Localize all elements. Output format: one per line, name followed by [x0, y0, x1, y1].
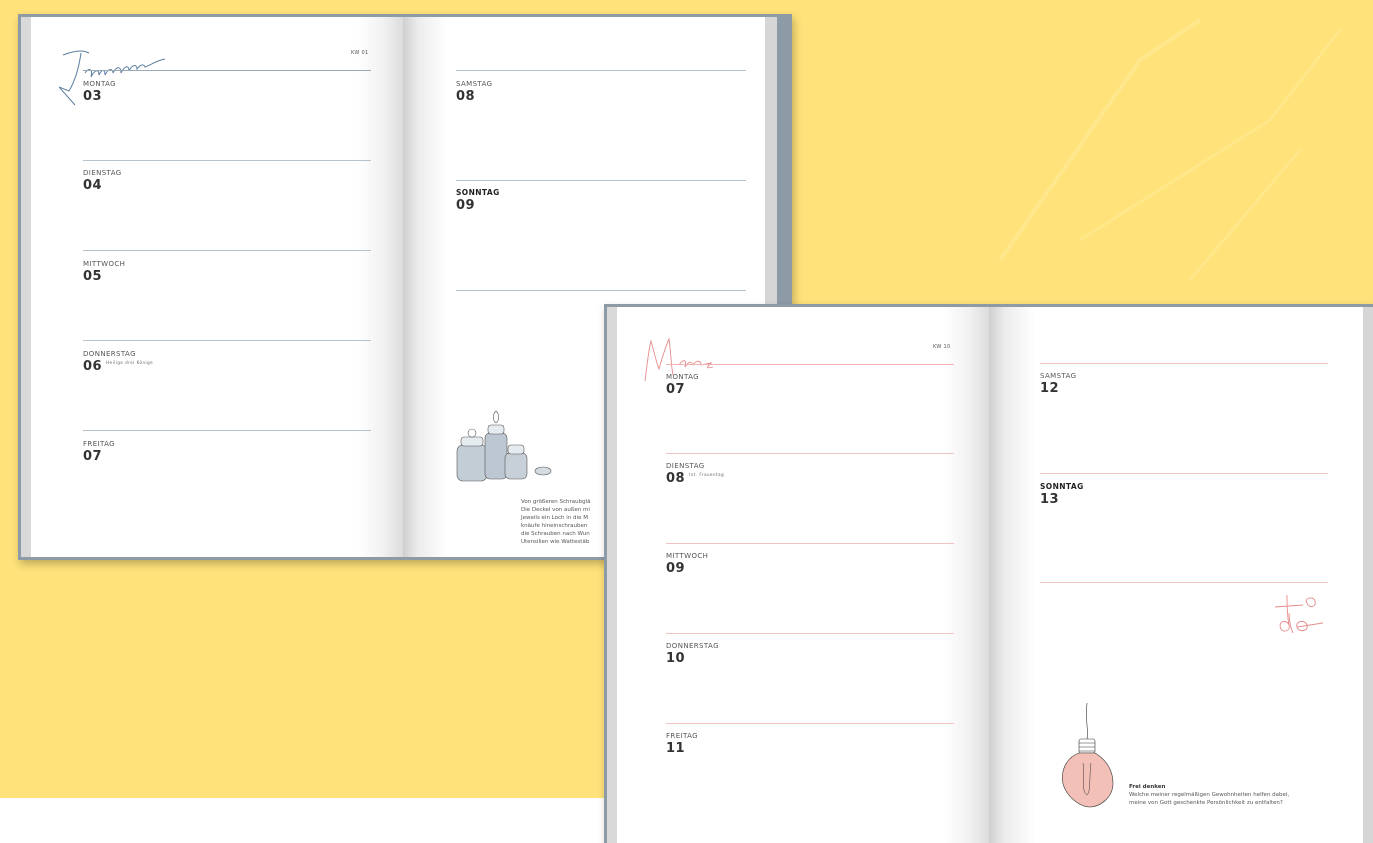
- day-label: SONNTAG: [1040, 482, 1084, 491]
- caption-line: Von größeren Schraubglä: [521, 499, 591, 505]
- day-number: 05: [83, 269, 103, 284]
- day-label: SAMSTAG: [456, 80, 493, 88]
- page-edge: [1363, 307, 1373, 843]
- caption-line: die Schrauben nach Wun: [521, 531, 590, 537]
- day-divider: [666, 633, 954, 634]
- holiday-note: Int. Frauentag: [689, 472, 725, 477]
- day-entry-friday: FREITAG 07: [83, 440, 115, 464]
- left-page-january: KW 01 MONTAG 03 DIENSTAG 04 MITTWOCH 05 …: [21, 17, 403, 557]
- day-divider: [666, 723, 954, 724]
- day-label: DONNERSTAG: [83, 350, 136, 358]
- caption-line: knäufe hineinschrauben: [521, 523, 588, 529]
- day-label: SAMSTAG: [1040, 372, 1077, 380]
- day-divider: [83, 160, 371, 161]
- day-divider: [83, 250, 371, 251]
- caption-line: meine von Gott geschenkte Persönlichkeit…: [1129, 800, 1283, 806]
- day-number: 12: [1040, 381, 1060, 396]
- day-entry-thursday: DONNERSTAG 06 Heilige drei Könige: [83, 350, 153, 374]
- lightbulb-illustration: [1062, 703, 1114, 808]
- jars-illustration: [456, 410, 552, 482]
- day-divider: [456, 290, 746, 291]
- day-number: 03: [83, 89, 103, 104]
- holiday-note: Heilige drei Könige: [106, 360, 154, 365]
- day-entry-sunday: SONNTAG 13: [1040, 482, 1084, 507]
- caption-title-text: Frei denken: [1129, 784, 1166, 790]
- day-label: FREITAG: [666, 732, 698, 740]
- day-label: MONTAG: [83, 80, 117, 88]
- day-divider: [456, 70, 746, 71]
- day-number: 06 Heilige drei Könige: [83, 359, 153, 374]
- day-number-value: 06: [83, 359, 103, 374]
- day-entry-wednesday: MITTWOCH 05: [83, 260, 125, 284]
- day-entry-saturday: SAMSTAG 12: [1040, 372, 1076, 396]
- day-number: 07: [666, 382, 686, 397]
- todo-script: [1274, 594, 1324, 634]
- day-entry-saturday: SAMSTAG 08: [456, 80, 492, 104]
- day-number: 11: [666, 741, 686, 756]
- planner-book-march: KW 10 MONTAG 07 DIENSTAG 08 Int. Frauenta…: [604, 304, 1373, 843]
- day-label: DIENSTAG: [666, 462, 705, 470]
- day-divider: [456, 180, 746, 181]
- day-entry-monday: MONTAG 03: [83, 80, 116, 104]
- caption-line: Utensilien wie Wattestäb: [521, 539, 590, 545]
- left-page-march: KW 10 MONTAG 07 DIENSTAG 08 Int. Frauenta…: [607, 307, 989, 843]
- day-label: MONTAG: [666, 373, 700, 381]
- day-label: FREITAG: [83, 440, 115, 448]
- day-number: 10: [666, 651, 686, 666]
- caption-line: Welche meiner regelmäßigen Gewohnheiten …: [1129, 792, 1290, 798]
- day-label: DIENSTAG: [83, 169, 122, 177]
- day-number: 09: [666, 561, 686, 576]
- day-entry-wednesday: MITTWOCH 09: [666, 552, 708, 576]
- day-label: MITTWOCH: [83, 260, 126, 268]
- day-divider: [666, 364, 954, 365]
- day-divider: [1040, 473, 1328, 474]
- day-divider: [1040, 363, 1328, 364]
- caption-text: Von größeren Schraubglä Die Deckel von a…: [521, 498, 591, 546]
- day-divider: [83, 430, 371, 431]
- day-divider: [83, 340, 371, 341]
- day-number: 08: [456, 89, 476, 104]
- day-divider: [666, 543, 954, 544]
- day-number-value: 08: [666, 471, 686, 486]
- day-number: 04: [83, 178, 103, 193]
- day-label: DONNERSTAG: [666, 642, 719, 650]
- day-divider: [666, 453, 954, 454]
- day-number: 08 Int. Frauentag: [666, 471, 724, 486]
- day-entry-friday: FREITAG 11: [666, 732, 698, 756]
- page-edge: [607, 307, 617, 843]
- caption-title: Frei denken: [1129, 783, 1289, 791]
- day-number: 07: [83, 449, 103, 464]
- right-page-march: SAMSTAG 12 SONNTAG 13 Frei denken Welche…: [989, 307, 1373, 843]
- day-entry-monday: MONTAG 07: [666, 373, 699, 397]
- day-divider: [83, 70, 371, 71]
- decorative-leaf-pattern: [998, 18, 1342, 281]
- day-number: 13: [1040, 492, 1060, 507]
- day-label: SONNTAG: [456, 188, 500, 197]
- day-entry-thursday: DONNERSTAG 10: [666, 642, 719, 666]
- caption-text: Frei denken Welche meiner regelmäßigen G…: [1129, 783, 1289, 807]
- caption-line: Jeweils ein Loch in die M: [521, 515, 588, 521]
- month-script-januar: [59, 50, 166, 106]
- day-label: MITTWOCH: [666, 552, 709, 560]
- day-entry-sunday: SONNTAG 09: [456, 188, 500, 213]
- page-edge: [21, 17, 31, 557]
- caption-line: Die Deckel von außen mi: [521, 507, 590, 513]
- week-number: KW 01: [351, 50, 369, 56]
- day-entry-tuesday: DIENSTAG 08 Int. Frauentag: [666, 462, 724, 486]
- day-divider: [1040, 582, 1328, 583]
- day-number: 09: [456, 198, 476, 213]
- week-number: KW 10: [933, 344, 951, 350]
- day-entry-tuesday: DIENSTAG 04: [83, 169, 122, 193]
